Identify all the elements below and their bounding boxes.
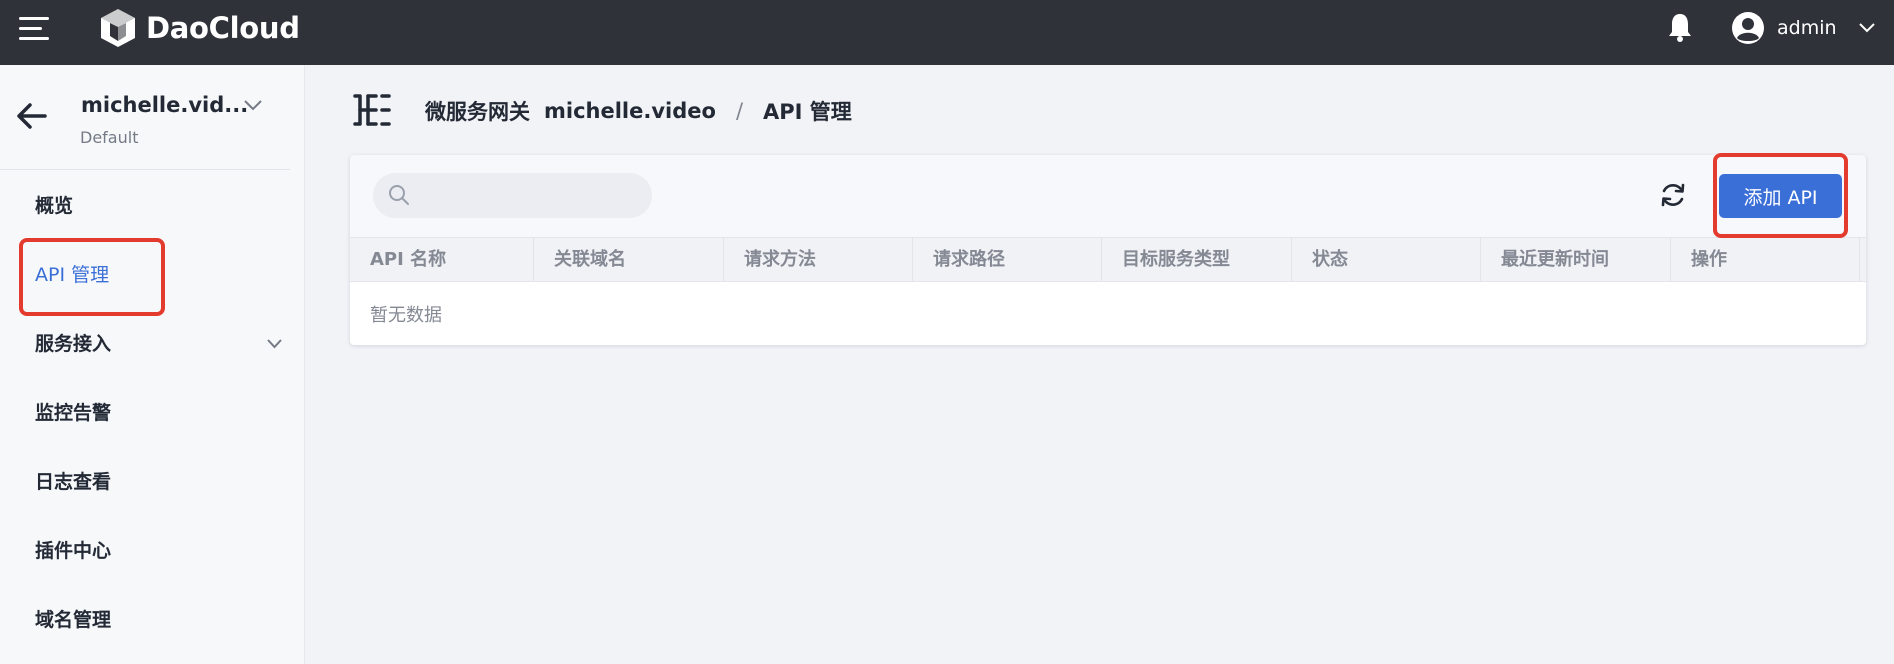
table-header: API 名称 关联域名 请求方法 请求路径 目标服务类型 状态 最近更新时间 操… <box>350 237 1866 282</box>
back-arrow-icon[interactable] <box>16 102 48 130</box>
top-navigation-bar: DaoCloud admin <box>0 0 1894 65</box>
sidebar: michelle.vid... Default 概览 API 管理 服务接入 监… <box>0 65 305 664</box>
search-input[interactable] <box>373 173 652 218</box>
breadcrumb: 微服务网关 michelle.video / API 管理 <box>425 96 852 126</box>
api-list-card: 添加 API API 名称 关联域名 请求方法 请求路径 目标服务类型 状态 最… <box>350 155 1866 345</box>
column-header-api-name[interactable]: API 名称 <box>350 238 534 281</box>
refresh-icon[interactable] <box>1658 180 1688 210</box>
microservice-gateway-icon <box>353 94 391 126</box>
brand-name: DaoCloud <box>146 11 300 45</box>
user-name: admin <box>1777 17 1837 39</box>
sidebar-item-monitoring-alerts[interactable]: 监控告警 <box>35 398 111 425</box>
menu-icon[interactable] <box>19 16 49 42</box>
namespace-name[interactable]: michelle.vid... <box>81 93 248 117</box>
sidebar-item-plugin-center[interactable]: 插件中心 <box>35 536 111 563</box>
chevron-down-icon[interactable] <box>266 338 283 350</box>
daocloud-logo-icon <box>101 9 135 47</box>
column-header-method[interactable]: 请求方法 <box>724 238 913 281</box>
chevron-down-icon <box>1858 23 1875 33</box>
column-header-domain[interactable]: 关联域名 <box>534 238 724 281</box>
empty-state-text: 暂无数据 <box>370 305 442 326</box>
user-menu[interactable]: admin <box>1731 11 1875 45</box>
column-header-target-service-type[interactable]: 目标服务类型 <box>1102 238 1292 281</box>
sidebar-item-logs[interactable]: 日志查看 <box>35 467 111 494</box>
highlight-box-add-api <box>1713 153 1848 238</box>
sidebar-divider <box>0 169 290 170</box>
notification-bell-icon[interactable] <box>1665 11 1695 43</box>
breadcrumb-separator: / <box>735 99 744 123</box>
namespace-subtitle: Default <box>80 128 139 147</box>
breadcrumb-current: API 管理 <box>763 100 852 124</box>
sidebar-item-domain-management[interactable]: 域名管理 <box>35 605 111 632</box>
namespace-dropdown-chevron-icon[interactable] <box>243 98 263 112</box>
sidebar-item-overview[interactable]: 概览 <box>35 191 73 218</box>
highlight-box-api-management <box>19 238 165 316</box>
table-body: 暂无数据 <box>350 282 1866 345</box>
column-header-status[interactable]: 状态 <box>1292 238 1481 281</box>
user-avatar-icon <box>1732 12 1764 44</box>
column-header-path[interactable]: 请求路径 <box>913 238 1102 281</box>
column-header-updated-time[interactable]: 最近更新时间 <box>1481 238 1671 281</box>
column-header-actions: 操作 <box>1671 238 1860 281</box>
breadcrumb-root[interactable]: 微服务网关 <box>425 96 530 126</box>
brand-logo[interactable]: DaoCloud <box>98 6 300 50</box>
sidebar-item-service-access[interactable]: 服务接入 <box>35 329 111 356</box>
breadcrumb-gateway[interactable]: michelle.video <box>544 99 716 123</box>
